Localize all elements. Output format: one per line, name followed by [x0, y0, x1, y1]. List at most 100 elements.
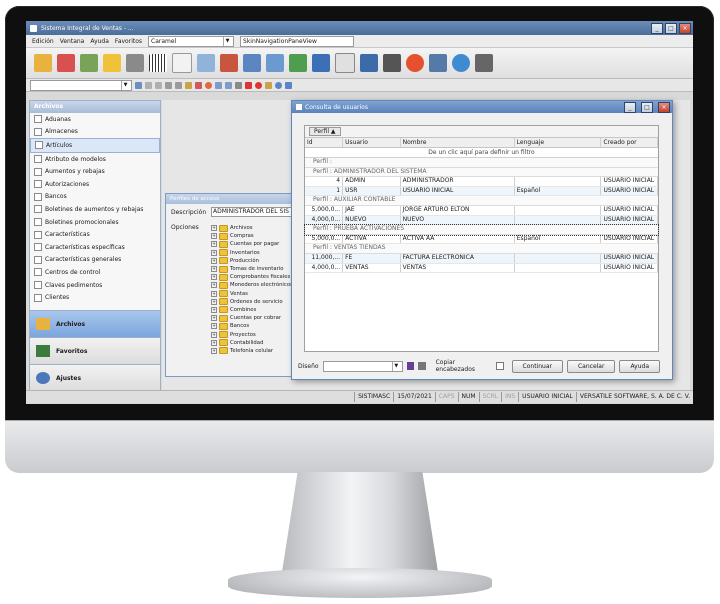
menu-ventana[interactable]: Ventana	[60, 38, 85, 45]
menu-edicion[interactable]: Edición	[32, 38, 54, 45]
group-row[interactable]: Perfil : AUXILIAR CONTABLE	[305, 196, 658, 206]
tree-node[interactable]: + Producción	[211, 257, 303, 265]
nav-item[interactable]: Clientes	[30, 291, 160, 304]
tree-node[interactable]: + Telefonía celular	[211, 347, 303, 355]
search-combo[interactable]: ▼	[30, 79, 132, 91]
table-row[interactable]: 4 ADMIN ADMINISTRADOR USUARIO INICIAL	[305, 177, 658, 187]
nav-back-icon[interactable]	[145, 81, 152, 89]
skin-select-2[interactable]: SkinNavigationPaneView	[240, 35, 355, 47]
expand-icon[interactable]: +	[211, 331, 217, 338]
maximize-button[interactable]: □	[641, 101, 653, 113]
help-icon[interactable]	[275, 81, 282, 89]
tree-node[interactable]: + Monederos electrónicos	[211, 281, 303, 289]
export-icon[interactable]	[225, 81, 232, 89]
nav-item[interactable]: Autorizaciones	[30, 178, 160, 191]
column-header[interactable]: Lenguaje	[515, 138, 602, 147]
info-icon[interactable]	[285, 81, 292, 89]
nav-item[interactable]: Aumentos y rebajas	[30, 165, 160, 178]
tree-node[interactable]: + Tomas de inventario	[211, 265, 303, 273]
barcode-icon[interactable]	[149, 54, 167, 72]
id-card-icon[interactable]	[197, 54, 215, 72]
tree-node[interactable]: + Cuentas por cobrar	[211, 314, 303, 322]
nav-item[interactable]: Características específicas	[30, 241, 160, 254]
paste-icon[interactable]	[185, 81, 192, 89]
nav-item[interactable]: Boletines de aumentos y rebajas	[30, 203, 160, 216]
tree-node[interactable]: + Ordenes de servicio	[211, 298, 303, 306]
filter-row[interactable]: De un clic aquí para definir un filtro	[305, 148, 658, 158]
expand-icon[interactable]: +	[211, 225, 217, 232]
report-icon[interactable]	[243, 54, 261, 72]
cart-icon[interactable]	[57, 54, 75, 72]
expand-icon[interactable]: +	[211, 266, 217, 273]
nav-item[interactable]: Artículos	[30, 138, 160, 153]
group-row[interactable]: Perfil : PRUEBA ACTIVACIONES	[304, 224, 659, 236]
money-icon[interactable]	[289, 54, 307, 72]
menu-ayuda[interactable]: Ayuda	[90, 38, 109, 45]
expand-icon[interactable]: +	[211, 282, 217, 289]
continuar-button[interactable]: Continuar	[511, 359, 563, 373]
nav-item[interactable]: Bancos	[30, 191, 160, 204]
maximize-button[interactable]: □	[665, 22, 677, 34]
group-row[interactable]: Perfil : ADMINISTRADOR DEL SISTEMA	[305, 167, 658, 178]
tree-node[interactable]: + Ventas	[211, 290, 303, 298]
nav-item[interactable]: Características generales	[30, 254, 160, 267]
tree-node[interactable]: + Compras	[211, 232, 303, 240]
document-icon[interactable]	[172, 53, 192, 73]
table-row[interactable]: 4,000,0... NUEVO NUEVO USUARIO INICIAL	[305, 215, 658, 226]
tree-node[interactable]: + Contabilidad	[211, 339, 303, 347]
perfil-group-chip[interactable]: Perfil ▲	[309, 127, 341, 136]
skin-select[interactable]: Caramel ▼	[148, 35, 235, 47]
tree-node[interactable]: + Bancos	[211, 322, 303, 330]
delete-icon[interactable]	[245, 81, 252, 89]
menu-favoritos[interactable]: Favoritos	[115, 38, 142, 45]
clock-icon[interactable]	[406, 54, 424, 72]
expand-icon[interactable]: +	[211, 249, 217, 256]
refresh-icon[interactable]	[452, 54, 470, 72]
factory-icon[interactable]	[126, 54, 144, 72]
copy-icon[interactable]	[175, 81, 182, 89]
timer-icon[interactable]	[205, 81, 212, 89]
nav-item[interactable]: Almacenes	[30, 126, 160, 139]
bank-icon[interactable]	[312, 54, 330, 72]
expand-icon[interactable]: +	[211, 233, 217, 240]
expand-icon[interactable]: +	[211, 241, 217, 248]
expand-icon[interactable]: +	[211, 339, 217, 346]
phone-icon[interactable]	[383, 54, 401, 72]
copiar-checkbox[interactable]	[495, 362, 504, 370]
mobile-icon[interactable]	[475, 54, 493, 72]
cut-icon[interactable]	[165, 81, 172, 89]
lock-icon[interactable]	[265, 81, 272, 89]
expand-icon[interactable]: +	[211, 274, 217, 281]
search-icon[interactable]	[135, 81, 142, 89]
nav-button-ajustes[interactable]: Ajustes	[30, 364, 160, 391]
close-button[interactable]: ×	[679, 22, 691, 34]
table-row[interactable]: 5,000,0... JAE JORGE ARTURO ELTON USUARIO I…	[305, 205, 658, 216]
expand-icon[interactable]: +	[211, 315, 217, 322]
delete-icon[interactable]	[418, 362, 426, 370]
expand-icon[interactable]: +	[211, 257, 217, 264]
folder-icon[interactable]	[34, 54, 52, 72]
column-header[interactable]: Id	[305, 138, 344, 147]
calendar-icon[interactable]	[335, 53, 355, 73]
users-icon[interactable]	[266, 54, 284, 72]
ayuda-button[interactable]: Ayuda	[619, 359, 661, 373]
expand-icon[interactable]: +	[211, 290, 217, 297]
minimize-button[interactable]: _	[651, 22, 663, 34]
tree-node[interactable]: + Inventarios	[211, 249, 303, 257]
nav-item[interactable]: Características	[30, 228, 160, 241]
column-header[interactable]: Usuario	[343, 138, 401, 147]
nav-item[interactable]: Claves pedimentos	[30, 279, 160, 292]
tree-node[interactable]: + Archivos	[211, 224, 303, 232]
tools-icon[interactable]	[429, 54, 447, 72]
expand-icon[interactable]: +	[211, 306, 217, 313]
nav-item[interactable]: Centros de control	[30, 266, 160, 279]
calculator-icon[interactable]	[220, 54, 238, 72]
diseno-select[interactable]: ▼	[322, 360, 403, 372]
nav-item[interactable]: Atributo de modelos	[30, 153, 160, 166]
expand-icon[interactable]: +	[211, 323, 217, 330]
scale-icon[interactable]	[360, 54, 378, 72]
table-row[interactable]: 1 USR USUARIO INICIAL Español USUARIO INICIA…	[305, 186, 658, 197]
stop-icon[interactable]	[255, 81, 262, 89]
nav-item[interactable]: Boletines promocionales	[30, 216, 160, 229]
table-row[interactable]: 11,000,... FE FACTURA ELECTRONICA USUARIO I…	[305, 253, 658, 264]
